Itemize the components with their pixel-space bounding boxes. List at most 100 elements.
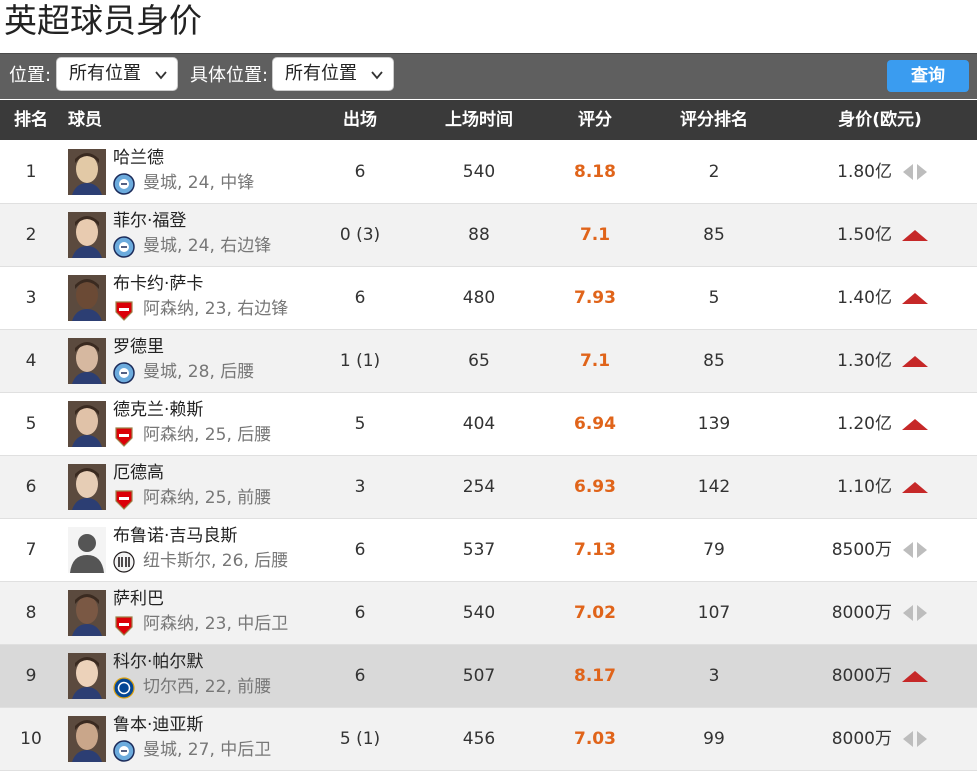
header-minutes[interactable]: 上场时间 xyxy=(420,100,538,140)
player-avatar[interactable] xyxy=(68,149,106,195)
rating-cell: 6.93 xyxy=(574,477,616,497)
rating-cell: 7.1 xyxy=(579,225,611,245)
trend-up-icon xyxy=(902,419,928,430)
player-avatar[interactable] xyxy=(68,338,106,384)
arsenal-crest-icon xyxy=(115,427,133,447)
man-city-crest-icon xyxy=(113,740,135,762)
rating-cell: 7.13 xyxy=(574,540,616,560)
player-avatar[interactable] xyxy=(68,716,106,762)
apps-cell: 6 xyxy=(354,162,366,182)
chelsea-crest-icon xyxy=(113,677,135,699)
player-info: 曼城, 24, 中锋 xyxy=(143,173,255,193)
rating-rank-cell: 85 xyxy=(703,225,725,245)
player-avatar[interactable] xyxy=(68,653,106,699)
market-value-cell: 8500万 xyxy=(831,540,892,560)
minutes-cell: 254 xyxy=(462,477,496,497)
apps-cell: 5 xyxy=(354,414,366,434)
table-row[interactable]: 3 布卡约·萨卡 阿森纳, 23, 右边锋 6 480 7.93 5 1.40亿 xyxy=(0,267,977,330)
market-value-cell: 1.10亿 xyxy=(837,477,892,497)
rank-cell: 2 xyxy=(25,225,37,245)
market-value-cell: 1.30亿 xyxy=(837,351,892,371)
rank-cell: 10 xyxy=(20,729,42,749)
rating-rank-cell: 142 xyxy=(697,477,731,497)
header-value[interactable]: 身价(欧元) xyxy=(820,100,940,140)
table-row[interactable]: 2 菲尔·福登曼城, 24, 右边锋 0 (3) 88 7.1 85 1.50亿 xyxy=(0,204,977,267)
player-name-link[interactable]: 布卡约·萨卡 xyxy=(113,273,203,295)
player-avatar[interactable] xyxy=(68,212,106,258)
trend-up-icon xyxy=(902,671,928,682)
player-avatar[interactable] xyxy=(68,527,106,573)
player-name-link[interactable]: 萨利巴 xyxy=(113,588,164,610)
chevron-down-icon xyxy=(371,71,383,80)
market-value-cell: 1.50亿 xyxy=(837,225,892,245)
market-value-cell: 1.40亿 xyxy=(837,288,892,308)
rank-cell: 6 xyxy=(25,477,37,497)
detail-position-select[interactable]: 所有位置 xyxy=(272,57,394,91)
rating-cell: 8.18 xyxy=(574,162,616,182)
player-name-link[interactable]: 厄德高 xyxy=(113,462,164,484)
position-select[interactable]: 所有位置 xyxy=(56,57,178,91)
rank-cell: 3 xyxy=(25,288,37,308)
apps-cell: 5 (1) xyxy=(339,729,381,749)
man-city-crest-icon xyxy=(113,236,135,258)
player-avatar[interactable] xyxy=(68,401,106,447)
trend-up-icon xyxy=(902,356,928,367)
detail-position-label: 具体位置: xyxy=(190,65,269,86)
trend-flat-icon xyxy=(903,731,927,747)
man-city-crest-icon xyxy=(113,362,135,384)
player-avatar[interactable] xyxy=(68,590,106,636)
arsenal-crest-icon xyxy=(115,490,133,510)
player-name-link[interactable]: 德克兰·赖斯 xyxy=(113,399,203,421)
rating-cell: 7.93 xyxy=(574,288,616,308)
market-value-cell: 8000万 xyxy=(831,603,892,623)
header-rank[interactable]: 排名 xyxy=(0,100,62,140)
rating-rank-cell: 79 xyxy=(703,540,725,560)
apps-cell: 6 xyxy=(354,603,366,623)
table-row[interactable]: 1 哈兰德 曼城, 24, 中锋 6 540 8.18 2 1.80亿 xyxy=(0,141,977,204)
header-rating-rank[interactable]: 评分排名 xyxy=(655,100,773,140)
minutes-cell: 507 xyxy=(462,666,496,686)
table-row[interactable]: 6 厄德高 阿森纳, 25, 前腰 3 254 6.93 142 1.10亿 xyxy=(0,456,977,519)
apps-cell: 0 (3) xyxy=(339,225,381,245)
player-info: 纽卡斯尔, 26, 后腰 xyxy=(143,551,289,571)
filter-bar: 位置: 所有位置 具体位置: 所有位置 查询 xyxy=(0,53,977,99)
minutes-cell: 540 xyxy=(462,603,496,623)
header-rating[interactable]: 评分 xyxy=(545,100,645,140)
header-apps[interactable]: 出场 xyxy=(315,100,405,140)
player-info: 切尔西, 22, 前腰 xyxy=(143,677,272,697)
minutes-cell: 456 xyxy=(462,729,496,749)
player-info: 曼城, 28, 后腰 xyxy=(143,362,255,382)
table-row[interactable]: 9 科尔·帕尔默 切尔西, 22, 前腰 6 507 8.17 3 8000万 xyxy=(0,645,977,708)
table-row[interactable]: 4 罗德里 曼城, 28, 后腰 1 (1) 65 7.1 85 1.30亿 xyxy=(0,330,977,393)
market-value-cell: 1.20亿 xyxy=(837,414,892,434)
trend-up-icon xyxy=(902,293,928,304)
table-row[interactable]: 8 萨利巴 阿森纳, 23, 中后卫 6 540 7.02 107 8000万 xyxy=(0,582,977,645)
player-name-link[interactable]: 科尔·帕尔默 xyxy=(113,651,203,673)
query-button[interactable]: 查询 xyxy=(887,60,969,92)
table-row[interactable]: 5 德克兰·赖斯 阿森纳, 25, 后腰 5 404 6.94 139 1.20亿 xyxy=(0,393,977,456)
player-avatar[interactable] xyxy=(68,275,106,321)
rank-cell: 7 xyxy=(25,540,37,560)
player-name-link[interactable]: 罗德里 xyxy=(113,336,164,358)
rating-cell: 6.94 xyxy=(574,414,616,434)
minutes-cell: 480 xyxy=(462,288,496,308)
player-name-link[interactable]: 哈兰德 xyxy=(113,147,164,169)
rank-cell: 4 xyxy=(25,351,37,371)
table-row[interactable]: 7 布鲁诺·吉马良斯 纽卡斯尔, 26, 后腰 6 537 7.13 79 8500万 xyxy=(0,519,977,582)
rank-cell: 1 xyxy=(25,162,37,182)
rank-cell: 9 xyxy=(25,666,37,686)
player-info: 阿森纳, 25, 前腰 xyxy=(143,488,272,508)
table-header: 排名 球员 出场 上场时间 评分 评分排名 身价(欧元) xyxy=(0,100,977,140)
player-name-link[interactable]: 鲁本·迪亚斯 xyxy=(113,714,203,736)
newcastle-crest-icon xyxy=(113,551,135,573)
header-player[interactable]: 球员 xyxy=(68,100,102,140)
trend-flat-icon xyxy=(903,542,927,558)
player-name-link[interactable]: 布鲁诺·吉马良斯 xyxy=(113,525,237,547)
player-name-link[interactable]: 菲尔·福登 xyxy=(113,210,186,232)
player-avatar[interactable] xyxy=(68,464,106,510)
player-info: 曼城, 24, 右边锋 xyxy=(143,236,272,256)
minutes-cell: 537 xyxy=(462,540,496,560)
rating-cell: 7.1 xyxy=(579,351,611,371)
table-row[interactable]: 10 鲁本·迪亚斯 曼城, 27, 中后卫 5 (1) 456 7.03 99 8000万 xyxy=(0,708,977,771)
minutes-cell: 88 xyxy=(468,225,490,245)
